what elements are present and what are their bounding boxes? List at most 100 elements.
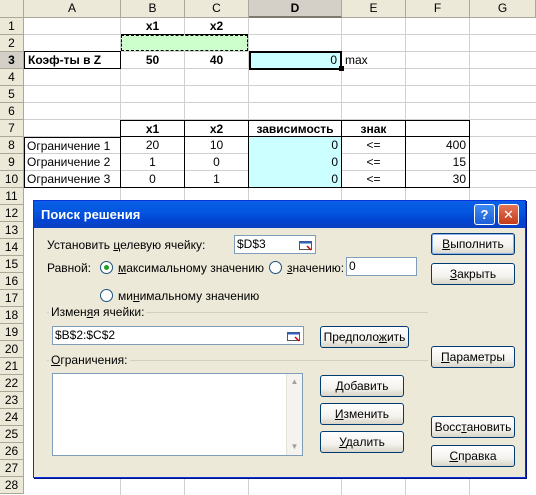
cell-b7[interactable]: x1 <box>121 120 184 137</box>
cell-a3[interactable]: Коэф-ты в Z <box>24 51 121 69</box>
collapse-dialog-icon[interactable] <box>299 238 313 251</box>
max-radio[interactable] <box>100 261 113 274</box>
change-button[interactable]: Изменить <box>320 403 404 425</box>
cell-b8[interactable]: 20 <box>121 137 184 154</box>
cell-b9[interactable]: 1 <box>121 154 184 171</box>
value-radio[interactable] <box>269 261 282 274</box>
close-button[interactable]: Закрыть <box>431 263 515 285</box>
row-header[interactable]: 7 <box>0 120 24 137</box>
cell-a8[interactable]: Ограничение 1 <box>24 137 120 154</box>
row-header[interactable]: 5 <box>0 86 24 103</box>
row-header[interactable]: 17 <box>0 290 24 307</box>
row-header[interactable]: 26 <box>0 443 24 460</box>
cell-d9[interactable]: 0 <box>249 154 341 171</box>
solver-dialog: Поиск решения ? ✕ Установить целевую яче… <box>33 200 526 478</box>
min-option-label[interactable]: минимальному значению <box>118 289 259 303</box>
cell-f10[interactable]: 30 <box>406 171 469 188</box>
row-header[interactable]: 3 <box>0 52 24 69</box>
cell-c7[interactable]: x2 <box>185 120 248 137</box>
variable-cells-b2-c2[interactable] <box>121 35 248 51</box>
dialog-title: Поиск решения <box>41 207 141 222</box>
value-input[interactable]: 0 <box>346 257 417 276</box>
max-option-label[interactable]: максимальному значению <box>118 261 264 275</box>
row-header[interactable]: 4 <box>0 69 24 86</box>
cell-f8[interactable]: 400 <box>406 137 469 154</box>
cell-f9[interactable]: 15 <box>406 154 469 171</box>
close-icon[interactable]: ✕ <box>498 204 519 225</box>
row-header[interactable]: 16 <box>0 273 24 290</box>
row-header[interactable]: 28 <box>0 477 24 494</box>
options-button[interactable]: Параметры <box>431 346 515 368</box>
cell-d7[interactable]: зависимость <box>249 120 341 137</box>
column-header-c[interactable]: C <box>185 0 249 18</box>
reset-all-button[interactable]: Восстановить <box>431 416 515 438</box>
label-accel: С <box>449 449 459 463</box>
row-header[interactable]: 27 <box>0 460 24 477</box>
row-header[interactable]: 24 <box>0 409 24 426</box>
row-header[interactable]: 12 <box>0 205 24 222</box>
cell-d3-active[interactable]: 0 <box>249 51 342 70</box>
constraints-scrollbar[interactable]: ▲ ▼ <box>286 374 302 455</box>
cell-c3[interactable]: 40 <box>185 52 248 69</box>
row-header[interactable]: 22 <box>0 375 24 392</box>
target-cell-input[interactable]: $D$3 <box>234 235 316 254</box>
row-header[interactable]: 10 <box>0 171 24 188</box>
value-option-label[interactable]: значению: <box>287 261 344 275</box>
cell-e8[interactable]: <= <box>342 137 405 154</box>
cell-b3[interactable]: 50 <box>121 52 184 69</box>
collapse-dialog-icon[interactable] <box>287 329 301 342</box>
help-button[interactable]: Справка <box>431 445 515 467</box>
cell-c1[interactable]: x2 <box>185 18 248 35</box>
cell-b1[interactable]: x1 <box>121 18 184 35</box>
cell-e9[interactable]: <= <box>342 154 405 171</box>
dialog-titlebar[interactable]: Поиск решения <box>34 201 525 228</box>
cell-e7[interactable]: знак <box>342 120 405 137</box>
row-header[interactable]: 21 <box>0 358 24 375</box>
row-header[interactable]: 9 <box>0 154 24 171</box>
min-radio[interactable] <box>100 289 113 302</box>
row-header[interactable]: 15 <box>0 256 24 273</box>
cell-c8[interactable]: 10 <box>185 137 248 154</box>
cell-a9[interactable]: Ограничение 2 <box>24 154 120 171</box>
cell-c10[interactable]: 1 <box>185 171 248 188</box>
row-header[interactable]: 14 <box>0 239 24 256</box>
cell-e10[interactable]: <= <box>342 171 405 188</box>
help-icon[interactable]: ? <box>474 204 495 225</box>
row-header[interactable]: 6 <box>0 103 24 120</box>
delete-button[interactable]: Удалить <box>320 431 404 453</box>
cell-d8[interactable]: 0 <box>249 137 341 154</box>
column-header-b[interactable]: B <box>121 0 185 18</box>
row-header[interactable]: 18 <box>0 307 24 324</box>
scroll-up-icon[interactable]: ▲ <box>287 374 302 390</box>
column-header-a[interactable]: A <box>24 0 121 18</box>
row-header[interactable]: 8 <box>0 137 24 154</box>
cell-d10[interactable]: 0 <box>249 171 341 188</box>
row-header[interactable]: 13 <box>0 222 24 239</box>
constraints-list[interactable]: ▲ ▼ <box>52 373 303 456</box>
row-header[interactable]: 2 <box>0 35 24 52</box>
row-header[interactable]: 23 <box>0 392 24 409</box>
row-header[interactable]: 19 <box>0 324 24 341</box>
row-header[interactable]: 25 <box>0 426 24 443</box>
label-part: далить <box>345 435 385 449</box>
column-header-g[interactable]: G <box>470 0 536 18</box>
select-all-corner[interactable] <box>0 0 24 18</box>
cell-b10[interactable]: 0 <box>121 171 184 188</box>
label-part: ановить <box>466 420 512 434</box>
cell-e3[interactable]: max <box>342 52 405 69</box>
solve-button[interactable]: Выполнить <box>431 233 515 255</box>
row-header[interactable]: 20 <box>0 341 24 358</box>
row-header[interactable]: 1 <box>0 18 24 35</box>
column-header-d[interactable]: D <box>249 0 342 18</box>
scroll-down-icon[interactable]: ▼ <box>287 439 302 455</box>
cell-f7[interactable] <box>406 120 469 137</box>
cell-c9[interactable]: 0 <box>185 154 248 171</box>
label-accel: м <box>118 261 127 275</box>
add-button[interactable]: Добавить <box>320 375 404 397</box>
guess-button[interactable]: Предположить <box>320 326 409 348</box>
column-header-f[interactable]: F <box>406 0 470 18</box>
cell-a10[interactable]: Ограничение 3 <box>24 171 120 188</box>
changing-cells-input[interactable]: $B$2:$C$2 <box>52 326 304 345</box>
column-header-e[interactable]: E <box>342 0 406 18</box>
row-header[interactable]: 11 <box>0 188 24 205</box>
